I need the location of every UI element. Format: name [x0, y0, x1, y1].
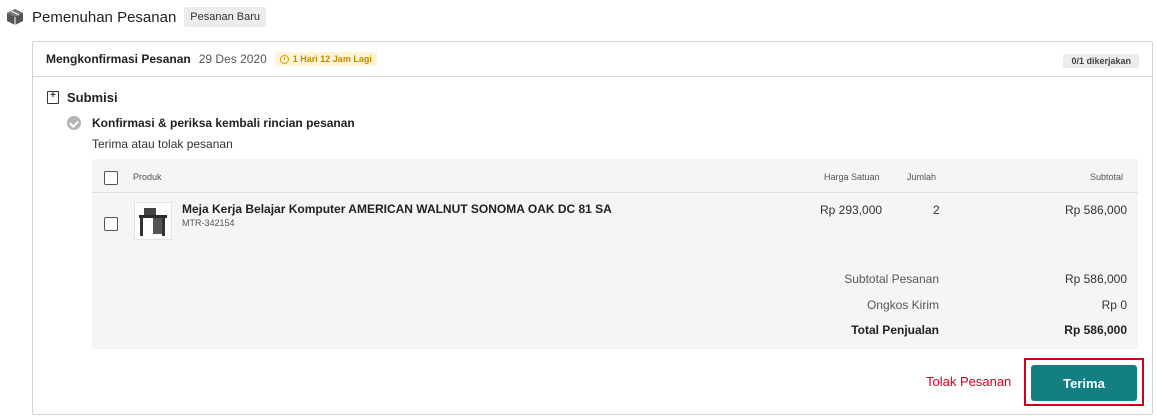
submisi-label: Submisi [67, 90, 118, 105]
document-add-icon [47, 90, 59, 104]
check-circle-icon [67, 116, 81, 130]
step-row: Konfirmasi & periksa kembali rincian pes… [67, 116, 355, 130]
submisi-header: Submisi [47, 90, 118, 105]
deadline-text: 1 Hari 12 Jam Lagi [292, 54, 372, 64]
row-checkbox[interactable] [104, 217, 118, 231]
order-items-panel: Produk Harga Satuan Jumlah Subtotal Meja… [92, 159, 1138, 349]
select-all-checkbox[interactable] [104, 171, 118, 185]
total-value: Rp 586,000 [1064, 323, 1127, 337]
shipping-value: Rp 0 [1101, 298, 1127, 312]
accept-order-button[interactable]: Terima [1031, 365, 1137, 401]
product-thumbnail [134, 202, 172, 240]
shipping-label: Ongkos Kirim [866, 298, 939, 312]
clock-icon [279, 54, 289, 64]
subtotal-cell: Rp 586,000 [1065, 203, 1128, 217]
accept-button-highlight: Terima [1024, 358, 1144, 406]
column-header-quantity: Jumlah [907, 172, 937, 182]
order-subtotal-value: Rp 586,000 [1064, 272, 1127, 286]
product-name: Meja Kerja Belajar Komputer AMERICAN WAL… [182, 202, 612, 216]
column-header-unit-price: Harga Satuan [824, 172, 880, 182]
quantity-cell: 2 [933, 203, 940, 217]
product-sku: MTR-342154 [182, 218, 235, 228]
confirmation-title: Mengkonfirmasi Pesanan [46, 52, 191, 66]
deadline-badge: 1 Hari 12 Jam Lagi [274, 52, 377, 66]
box-icon [7, 9, 23, 25]
order-date: 29 Des 2020 [198, 52, 267, 66]
column-header-product: Produk [133, 172, 162, 182]
total-label: Total Penjualan [851, 323, 939, 337]
reject-order-button[interactable]: Tolak Pesanan [926, 374, 1011, 389]
progress-badge: 0/1 dikerjakan [1063, 54, 1139, 68]
card-header: Mengkonfirmasi Pesanan 29 Des 2020 1 Har… [33, 42, 1152, 77]
column-header-subtotal: Subtotal [1090, 172, 1124, 182]
page-title: Pemenuhan Pesanan [32, 8, 177, 26]
header-divider [92, 192, 1138, 193]
page-header: Pemenuhan Pesanan Pesanan Baru [6, 6, 266, 28]
order-subtotal-label: Subtotal Pesanan [844, 272, 939, 286]
order-confirmation-card: Mengkonfirmasi Pesanan 29 Des 2020 1 Har… [32, 41, 1153, 415]
status-badge: Pesanan Baru [184, 7, 266, 27]
step-title: Konfirmasi & periksa kembali rincian pes… [92, 116, 355, 130]
unit-price-cell: Rp 293,000 [820, 203, 883, 217]
step-subtitle: Terima atau tolak pesanan [92, 137, 233, 151]
